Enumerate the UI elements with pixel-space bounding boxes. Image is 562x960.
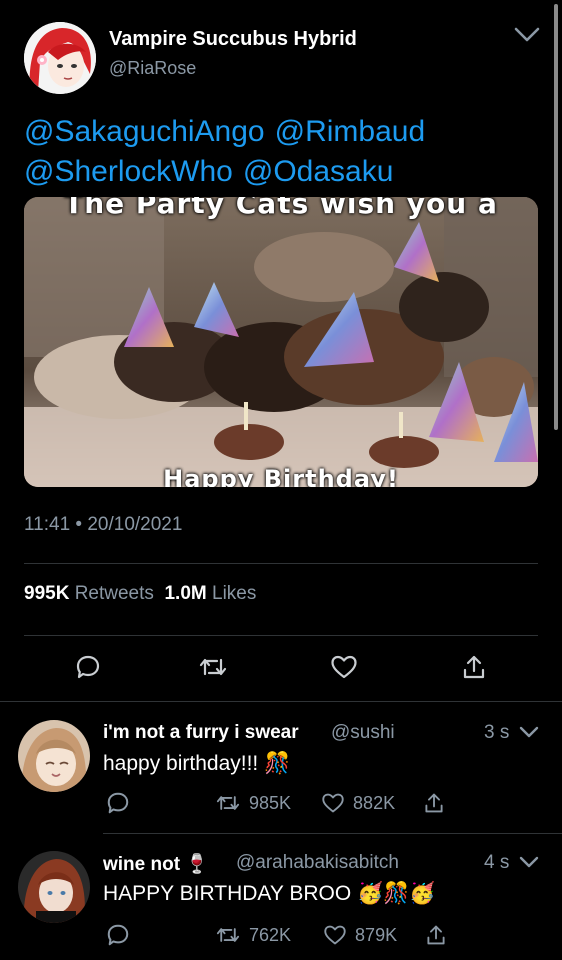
heart-icon: [322, 793, 344, 813]
chevron-down-icon[interactable]: [514, 26, 540, 49]
divider: [24, 635, 538, 636]
tweet-stats: 995K Retweets 1.0M Likes: [24, 583, 256, 605]
like-button[interactable]: [327, 650, 361, 684]
retweets-stat[interactable]: 995K Retweets: [24, 583, 154, 604]
scrollbar[interactable]: [554, 4, 558, 430]
reply-author-handle[interactable]: @arahabakisabitch: [236, 852, 399, 874]
like-button[interactable]: 879K: [323, 924, 397, 946]
likes-stat[interactable]: 1.0M Likes: [164, 583, 256, 604]
retweet-button[interactable]: 762K: [215, 924, 291, 946]
comment-icon: [107, 924, 129, 946]
heart-icon: [331, 655, 357, 679]
reply-author-name[interactable]: i'm not a furry i swear: [103, 722, 299, 744]
retweet-count: 985K: [249, 792, 292, 813]
divider: [103, 833, 562, 834]
retweets-count: 995K: [24, 583, 70, 604]
reply-button[interactable]: [101, 918, 135, 952]
share-button[interactable]: [425, 923, 447, 947]
share-button[interactable]: [423, 791, 445, 815]
retweet-button[interactable]: [196, 650, 230, 684]
share-icon: [425, 793, 443, 813]
retweet-icon: [216, 928, 240, 942]
party-cats-image: [24, 197, 538, 487]
reply-button[interactable]: [101, 786, 135, 820]
retweet-icon: [216, 796, 240, 810]
like-button[interactable]: 882K: [321, 792, 395, 814]
divider: [0, 701, 562, 702]
mention-link[interactable]: @Rimbaud: [275, 115, 426, 148]
reply-text: happy birthday!!! 🎊: [103, 752, 291, 775]
reply-avatar[interactable]: [18, 851, 90, 923]
like-count: 882K: [353, 792, 396, 813]
chevron-down-icon[interactable]: [519, 854, 539, 875]
share-icon: [427, 925, 445, 945]
mention-link[interactable]: @SherlockWho: [24, 155, 233, 188]
reply-text: HAPPY BIRTHDAY BROO 🥳🎊🥳: [103, 882, 436, 905]
mention-link[interactable]: @Odasaku: [243, 155, 394, 188]
retweet-icon: [199, 658, 227, 676]
tweet-text: @SakaguchiAngo @Rimbaud @SherlockWho @Odas…: [24, 112, 544, 192]
reply-author-handle[interactable]: @sushi: [331, 722, 395, 744]
divider: [24, 563, 538, 564]
mention-link[interactable]: @SakaguchiAngo: [24, 115, 265, 148]
reply-button[interactable]: [71, 650, 105, 684]
share-icon: [463, 655, 485, 679]
tweet-media-image[interactable]: The Party Cats wish you a Happy Birthday…: [24, 197, 538, 487]
reply-action-bar: 762K 879K: [215, 923, 447, 947]
retweets-label: Retweets: [74, 583, 154, 604]
image-caption-bottom: Happy Birthday!: [163, 465, 399, 487]
author-avatar[interactable]: [24, 22, 96, 94]
reply-time: 4 s: [484, 852, 510, 873]
like-count: 879K: [355, 924, 398, 945]
reply-action-bar: 985K 882K: [215, 791, 445, 815]
reply-avatar[interactable]: [18, 720, 90, 792]
comment-icon: [107, 792, 129, 814]
share-button[interactable]: [457, 650, 491, 684]
retweet-count: 762K: [249, 924, 292, 945]
reply-author-name[interactable]: wine not 🍷: [103, 852, 209, 876]
heart-icon: [324, 925, 346, 945]
image-caption-top: The Party Cats wish you a: [64, 197, 498, 220]
reply-time: 3 s: [484, 722, 510, 743]
tweet-timestamp[interactable]: 11:41 • 20/10/2021: [24, 514, 182, 536]
author-name[interactable]: Vampire Succubus Hybrid: [109, 28, 357, 51]
comment-icon: [76, 655, 100, 679]
likes-count: 1.0M: [164, 583, 207, 604]
retweet-button[interactable]: 985K: [215, 792, 291, 814]
likes-label: Likes: [212, 583, 257, 604]
author-handle[interactable]: @RiaRose: [109, 58, 196, 79]
chevron-down-icon[interactable]: [519, 724, 539, 745]
